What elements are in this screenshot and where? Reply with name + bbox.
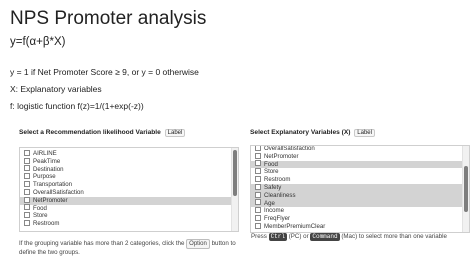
checkbox-icon xyxy=(255,168,261,175)
list-item-label: AIRLINE xyxy=(33,150,57,157)
right-scroll-thumb[interactable] xyxy=(464,166,468,212)
list-item[interactable]: MemberPremiumClear xyxy=(251,222,462,231)
list-item-label: Cleanliness xyxy=(264,191,296,199)
checkbox-icon xyxy=(255,176,261,183)
grouping-note-tail: button to xyxy=(211,240,236,247)
recommendation-variable-list[interactable]: AIRLINE PeakTime Destination Purpose Transpo… xyxy=(19,147,239,232)
checkbox-icon xyxy=(255,191,261,198)
left-list-items: AIRLINE PeakTime Destination Purpose Transpo… xyxy=(20,149,231,231)
left-scroll-thumb[interactable] xyxy=(233,150,237,196)
list-item-label: Destination xyxy=(33,165,64,173)
model-formula: y=f(α+β*X) xyxy=(10,36,66,48)
list-item-label: NetPromoter xyxy=(264,152,299,160)
list-item[interactable]: OverallSatisfaction xyxy=(251,145,462,153)
list-item[interactable]: Age xyxy=(251,199,462,208)
checkbox-icon xyxy=(255,222,261,229)
list-item-label: Store xyxy=(264,168,279,176)
checkbox-icon xyxy=(24,173,30,180)
checkbox-icon xyxy=(255,215,261,222)
list-item[interactable]: NetPromoter xyxy=(251,152,462,161)
list-item[interactable]: AIRLINE xyxy=(20,149,231,158)
hint-press: Press xyxy=(251,233,267,240)
list-item[interactable]: Destination xyxy=(20,165,231,174)
checkbox-icon xyxy=(24,188,30,195)
list-item-label: Restroom xyxy=(264,176,291,184)
checkbox-icon xyxy=(24,149,30,156)
list-item-label: Purpose xyxy=(33,173,56,181)
checkbox-icon xyxy=(24,181,30,188)
list-item-label: Income xyxy=(264,207,284,215)
checkbox-icon xyxy=(24,196,30,203)
list-item-label: Food xyxy=(33,204,47,212)
list-item[interactable]: Restroom xyxy=(251,176,462,184)
list-item-label: Food xyxy=(264,160,278,168)
checkbox-icon xyxy=(24,220,30,227)
y-definition: y = 1 if Net Promoter Score ≥ 9, or y = … xyxy=(10,67,199,77)
label-tag-button[interactable]: Label xyxy=(164,129,186,137)
list-item-label: OverallSatisfaction xyxy=(33,188,84,196)
list-item[interactable]: Food xyxy=(251,160,462,169)
checkbox-icon xyxy=(255,183,261,190)
list-item[interactable]: Transportation xyxy=(20,181,231,189)
checkbox-icon xyxy=(24,204,30,211)
checkbox-icon xyxy=(24,212,30,219)
list-item[interactable]: Safety xyxy=(251,183,462,192)
list-item[interactable]: Store xyxy=(251,168,462,176)
grouping-note-text: If the grouping variable has more than 2… xyxy=(19,240,185,247)
checkbox-icon xyxy=(255,146,261,151)
checkbox-icon xyxy=(255,160,261,167)
list-item[interactable]: PeakTime xyxy=(20,157,231,166)
list-item-label: Age xyxy=(264,199,275,207)
hint-tail: (Mac) to select more than one variable xyxy=(341,233,447,240)
list-item-label: Restroom xyxy=(33,220,60,228)
explanatory-variable-list[interactable]: OverallSatisfaction NetPromoter Food Store R… xyxy=(250,145,470,233)
grouping-note: If the grouping variable has more than 2… xyxy=(19,239,236,249)
list-item-label: FreqFlyer xyxy=(264,215,291,223)
right-panel-label: Select Explanatory Variables (X) Label xyxy=(250,129,375,137)
grouping-note-line2: define the two groups. xyxy=(19,249,80,256)
left-panel-label-text: Select a Recommendation likelihood Varia… xyxy=(19,129,161,136)
right-list-scrollbar[interactable] xyxy=(462,146,469,232)
label-tag-button-right[interactable]: Label xyxy=(354,129,375,137)
list-item-label: PeakTime xyxy=(33,157,61,165)
list-item-label: Safety xyxy=(264,183,282,191)
list-item[interactable]: Restroom xyxy=(20,220,231,228)
hint-mid: (PC) or xyxy=(288,233,309,240)
command-key: Command xyxy=(310,233,340,241)
list-item[interactable]: OverallSatisfaction xyxy=(20,188,231,197)
list-item[interactable]: Cleanliness xyxy=(251,191,462,200)
list-item-label: MemberPremiumClear xyxy=(264,222,326,230)
checkbox-icon xyxy=(255,207,261,214)
multi-select-hint: Press Ctrl (PC) or Command (Mac) to sele… xyxy=(251,233,447,241)
left-panel-label: Select a Recommendation likelihood Varia… xyxy=(19,129,186,137)
f-definition: f: logistic function f(z)=1/(1+exp(-z)) xyxy=(10,101,144,111)
page-title: NPS Promoter analysis xyxy=(10,8,207,29)
list-item[interactable]: Purpose xyxy=(20,173,231,181)
x-definition: X: Explanatory variables xyxy=(10,84,102,94)
right-list-items: OverallSatisfaction NetPromoter Food Store R… xyxy=(251,145,462,232)
list-item[interactable]: FreqFlyer xyxy=(251,215,462,223)
checkbox-icon xyxy=(255,199,261,206)
list-item[interactable]: Income xyxy=(251,207,462,215)
list-item-label: NetPromoter xyxy=(33,196,68,204)
checkbox-icon xyxy=(255,152,261,159)
ctrl-key: Ctrl xyxy=(268,233,287,241)
checkbox-icon xyxy=(24,165,30,172)
list-item[interactable]: Store xyxy=(20,212,231,220)
left-list-scrollbar[interactable] xyxy=(231,148,238,231)
checkbox-icon xyxy=(24,157,30,164)
list-item[interactable]: NetPromoter xyxy=(20,196,231,205)
right-panel-label-text: Select Explanatory Variables (X) xyxy=(250,129,351,136)
list-item[interactable]: Food xyxy=(20,204,231,213)
list-item-label: Transportation xyxy=(33,181,73,189)
list-item-label: Store xyxy=(33,212,48,220)
option-button[interactable]: Option xyxy=(186,239,210,249)
list-item-label: OverallSatisfaction xyxy=(264,145,315,152)
